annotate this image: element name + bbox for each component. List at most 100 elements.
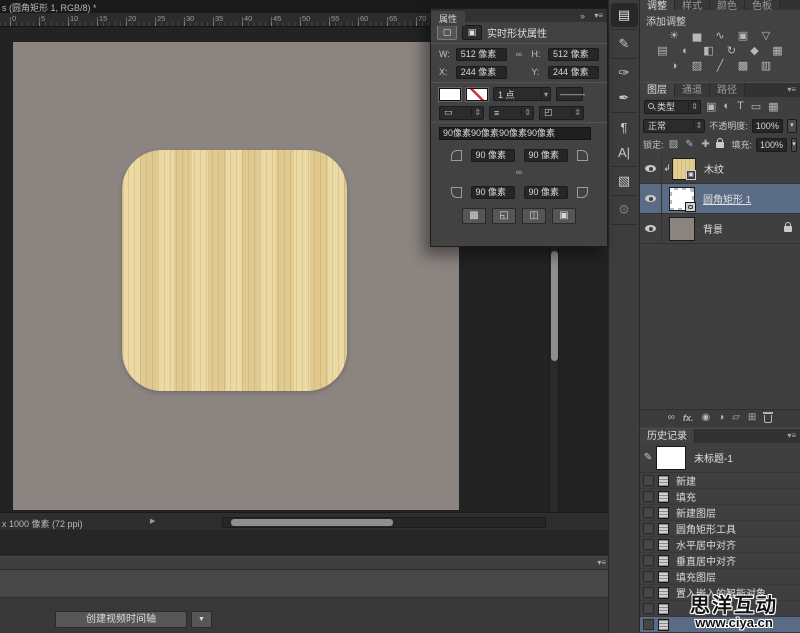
exclude-shape-button[interactable]: ▣	[552, 208, 576, 224]
hue-saturation-icon[interactable]: ▤	[656, 45, 670, 58]
document-canvas[interactable]	[13, 42, 459, 510]
create-video-timeline-button[interactable]: 创建视频时间轴	[55, 611, 187, 628]
character-panel-icon[interactable]: A|	[611, 140, 638, 164]
layer-style-icon[interactable]: fx.	[683, 411, 694, 425]
history-source-checkbox[interactable]	[643, 603, 654, 614]
subtract-shape-button[interactable]: ◱	[492, 208, 516, 224]
channel-mixer-icon[interactable]: ◆	[748, 45, 762, 58]
history-snapshot-row[interactable]: ✎ 未标题-1	[640, 443, 800, 473]
history-source-checkbox[interactable]	[643, 475, 654, 486]
stroke-width-dropdown[interactable]: 1 点 ▾	[493, 87, 551, 101]
wood-rounded-square-artwork[interactable]	[122, 150, 347, 391]
horizontal-scrollbar[interactable]	[222, 517, 546, 528]
history-menu-icon[interactable]: ▾≡	[787, 431, 796, 440]
timeline-menu-icon[interactable]: ▾≡	[597, 558, 606, 567]
layers-menu-icon[interactable]: ▾≡	[787, 85, 796, 94]
link-radii-icon[interactable]: ∞	[431, 167, 607, 180]
timeline-mode-dropdown[interactable]: ▼	[191, 611, 212, 628]
intersect-shape-button[interactable]: ◫	[522, 208, 546, 224]
history-source-checkbox[interactable]	[643, 571, 654, 582]
tab-路径[interactable]: 路径	[710, 83, 745, 97]
x-field[interactable]: 244 像素	[455, 65, 507, 79]
exposure-icon[interactable]: ▣	[736, 30, 750, 43]
lock-transparency-icon[interactable]: ▨	[668, 139, 680, 150]
tab-颜色[interactable]: 颜色	[710, 0, 745, 10]
add-mask-icon[interactable]: ◉	[701, 411, 710, 425]
properties-menu-icon[interactable]: ▾≡	[594, 11, 603, 20]
tab-history[interactable]: 历史记录	[640, 429, 695, 443]
link-dimensions-icon[interactable]: ∞	[511, 49, 528, 59]
top-left-radius-field[interactable]: 90 像素	[470, 148, 515, 162]
posterize-icon[interactable]: ▨	[690, 60, 704, 73]
tab-样式[interactable]: 样式	[675, 0, 710, 10]
history-source-checkbox[interactable]	[643, 555, 654, 566]
history-source-checkbox[interactable]	[643, 491, 654, 502]
3d-panel-icon[interactable]: ▧	[611, 169, 638, 193]
brush-panel-icon[interactable]: ✑	[611, 61, 638, 85]
history-item[interactable]: 新建	[640, 473, 800, 489]
timeline-options-icon[interactable]: ⚙	[611, 198, 638, 222]
lock-position-icon[interactable]: ✚	[700, 139, 712, 150]
layer-filter-type-dropdown[interactable]: 类型 ⇕	[644, 99, 701, 114]
stroke-color-swatch[interactable]	[465, 86, 489, 102]
new-adjustment-layer-icon[interactable]: ◑	[718, 411, 724, 425]
fill-value[interactable]: 100%	[756, 137, 788, 152]
tab-色板[interactable]: 色板	[745, 0, 780, 10]
tab-properties[interactable]: 属性	[431, 11, 466, 26]
combine-shapes-button[interactable]: ▩	[462, 208, 486, 224]
photo-filter-icon[interactable]: ↻	[725, 45, 739, 58]
link-layers-icon[interactable]: ∞	[668, 411, 675, 425]
lock-pixels-icon[interactable]: ✎	[684, 139, 696, 150]
vertical-scrollbar-thumb[interactable]	[551, 251, 558, 361]
curves-icon[interactable]: ∿	[713, 30, 727, 43]
color-balance-icon[interactable]: ◐	[679, 45, 693, 58]
delete-layer-icon[interactable]	[763, 412, 774, 423]
brush-presets-panel-icon[interactable]: ✒	[611, 86, 638, 110]
history-item[interactable]: 圆角矩形工具	[640, 521, 800, 537]
history-source-checkbox[interactable]	[643, 539, 654, 550]
new-layer-icon[interactable]: ⊞	[748, 411, 756, 425]
height-field[interactable]: 512 像素	[548, 47, 600, 61]
invert-icon[interactable]: ◑	[667, 60, 681, 73]
black-white-icon[interactable]: ◧	[702, 45, 716, 58]
corner-radius-combined-field[interactable]: 90像素90像素90像素90像素	[439, 127, 591, 140]
selective-color-icon[interactable]: ▥	[759, 60, 773, 73]
filter-adjustment-layers-icon[interactable]: ◐	[723, 100, 730, 113]
notes-panel-icon[interactable]: ✎	[611, 32, 638, 56]
history-brush-source-icon[interactable]: ✎	[640, 452, 656, 463]
status-arrow-icon[interactable]: ▶	[150, 517, 155, 525]
y-field[interactable]: 244 像素	[548, 65, 600, 79]
top-right-radius-field[interactable]: 90 像素	[523, 148, 568, 162]
gradient-map-icon[interactable]: ▩	[736, 60, 750, 73]
opacity-dropdown-arrow[interactable]: ▾	[786, 118, 797, 133]
layer-row-圆角矩形 1[interactable]: 圆角矩形 1	[640, 184, 800, 214]
width-field[interactable]: 512 像素	[455, 47, 507, 61]
tab-通道[interactable]: 通道	[675, 83, 710, 97]
stroke-type-dropdown[interactable]: ———	[556, 87, 585, 101]
eye-icon[interactable]	[645, 165, 656, 172]
stroke-caps-dropdown[interactable]: ≡ ⇕	[489, 105, 534, 120]
history-source-checkbox[interactable]	[643, 619, 654, 630]
blend-mode-dropdown[interactable]: 正常 ⇕	[643, 118, 706, 133]
eye-icon[interactable]	[645, 225, 656, 232]
history-source-checkbox[interactable]	[643, 507, 654, 518]
shape-properties-icon[interactable]: ▢	[437, 24, 457, 40]
filter-smart-objects-icon[interactable]: ▦	[768, 100, 778, 113]
stroke-corners-dropdown[interactable]: ◰ ⇕	[539, 105, 584, 120]
history-item[interactable]: 水平居中对齐	[640, 537, 800, 553]
layer-row-木纹[interactable]: ↲ ▣ 木纹	[640, 154, 800, 184]
eye-icon[interactable]	[645, 195, 656, 202]
mask-properties-icon[interactable]: ▣	[462, 24, 482, 40]
history-item[interactable]: 新建图层	[640, 505, 800, 521]
bottom-right-radius-field[interactable]: 90 像素	[523, 185, 568, 199]
layer-row-背景[interactable]: 背景	[640, 214, 800, 244]
threshold-icon[interactable]: ╱	[713, 60, 727, 73]
filter-type-layers-icon[interactable]: T	[737, 100, 744, 113]
horizontal-scrollbar-thumb[interactable]	[231, 519, 393, 526]
levels-icon[interactable]: ▅	[690, 30, 704, 43]
collapse-panel-icon[interactable]: »	[580, 11, 585, 21]
filter-pixel-layers-icon[interactable]: ▣	[706, 100, 716, 113]
properties-panel-icon[interactable]: ▤	[610, 3, 638, 27]
color-lookup-icon[interactable]: ▦	[771, 45, 785, 58]
lock-all-icon[interactable]	[715, 137, 724, 148]
